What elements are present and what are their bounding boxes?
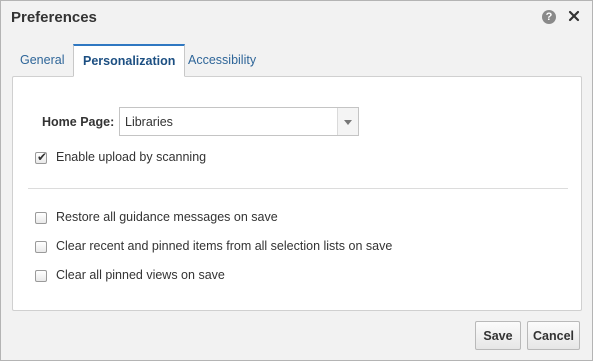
save-button[interactable]: Save bbox=[475, 321, 521, 350]
home-page-selected-value: Libraries bbox=[125, 115, 173, 129]
close-icon-glyph bbox=[568, 10, 580, 22]
section-divider bbox=[28, 188, 568, 189]
home-page-select[interactable]: Libraries bbox=[119, 107, 359, 136]
tab-accessibility[interactable]: Accessibility bbox=[179, 44, 265, 75]
enable-upload-scanning-label: Enable upload by scanning bbox=[56, 150, 207, 164]
clear-recent-pinned-label: Clear recent and pinned items from all s… bbox=[56, 239, 393, 253]
personalization-panel: Home Page: Libraries ✔ Enable upload by … bbox=[12, 76, 582, 311]
chevron-down-icon[interactable] bbox=[337, 108, 358, 135]
restore-guidance-checkbox[interactable] bbox=[35, 212, 47, 224]
dialog-title: Preferences bbox=[11, 9, 97, 26]
help-icon[interactable]: ? bbox=[542, 10, 556, 24]
tab-bar: General Personalization Accessibility bbox=[11, 44, 582, 77]
restore-guidance-label: Restore all guidance messages on save bbox=[56, 210, 278, 224]
dialog-titlebar: Preferences ? bbox=[1, 1, 592, 34]
tab-personalization[interactable]: Personalization bbox=[73, 44, 186, 77]
clear-pinned-views-checkbox[interactable] bbox=[35, 270, 47, 282]
enable-upload-scanning-checkbox[interactable]: ✔ bbox=[35, 150, 48, 164]
close-icon[interactable] bbox=[566, 8, 582, 24]
checkmark-icon: ✔ bbox=[37, 150, 48, 164]
cancel-button[interactable]: Cancel bbox=[527, 321, 580, 350]
preferences-dialog: Preferences ? General Personalization Ac… bbox=[0, 0, 593, 361]
home-page-label: Home Page: bbox=[42, 115, 115, 129]
clear-pinned-views-label: Clear all pinned views on save bbox=[56, 268, 225, 282]
tab-general[interactable]: General bbox=[11, 44, 73, 75]
clear-recent-pinned-checkbox[interactable] bbox=[35, 241, 47, 253]
